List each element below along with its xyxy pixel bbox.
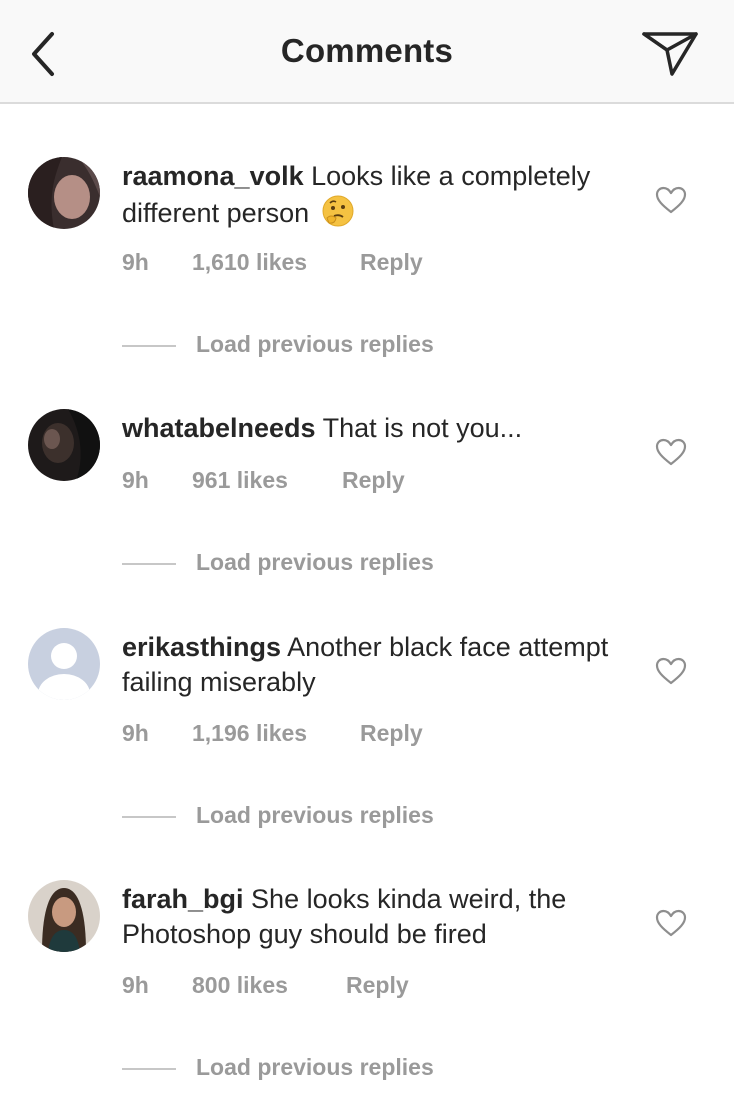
- comment-username[interactable]: raamona_volk: [122, 161, 304, 191]
- likes-count[interactable]: 1,196 likes: [192, 720, 307, 747]
- load-previous-replies-label: Load previous replies: [196, 549, 434, 575]
- avatar[interactable]: [28, 157, 100, 229]
- comment-text: raamona_volk Looks like a completely dif…: [122, 159, 622, 237]
- heart-icon: [655, 909, 687, 937]
- comment-username[interactable]: farah_bgi: [122, 884, 244, 914]
- replies-divider-line: [122, 816, 176, 818]
- like-button[interactable]: [654, 656, 688, 686]
- comment-username[interactable]: whatabelneeds: [122, 413, 316, 443]
- replies-divider-line: [122, 563, 176, 565]
- likes-count[interactable]: 800 likes: [192, 972, 288, 999]
- load-previous-replies-label: Load previous replies: [196, 331, 434, 357]
- like-button[interactable]: [654, 437, 688, 467]
- comment-item: erikasthings Another black face attempt …: [0, 628, 734, 868]
- comment-username[interactable]: erikasthings: [122, 632, 281, 662]
- reply-button[interactable]: Reply: [360, 720, 423, 747]
- load-previous-replies-label: Load previous replies: [196, 1054, 434, 1080]
- reply-button[interactable]: Reply: [346, 972, 409, 999]
- replies-divider-line: [122, 1068, 176, 1070]
- avatar[interactable]: [28, 409, 100, 481]
- default-user-icon: [28, 628, 100, 700]
- avatar-placeholder[interactable]: [28, 628, 100, 700]
- likes-count[interactable]: 961 likes: [192, 467, 288, 494]
- thinking-face-emoji-icon: [321, 194, 355, 237]
- like-button[interactable]: [654, 185, 688, 215]
- comment-timestamp: 9h: [122, 972, 149, 998]
- like-button[interactable]: [654, 908, 688, 938]
- avatar[interactable]: [28, 880, 100, 952]
- comment-item: whatabelneeds That is not you... 9h 961 …: [0, 409, 734, 649]
- comment-item: farah_bgi She looks kinda weird, the Pho…: [0, 880, 734, 1120]
- reply-button[interactable]: Reply: [342, 467, 405, 494]
- comment-body: That is not you...: [322, 413, 523, 443]
- likes-count[interactable]: 1,610 likes: [192, 249, 307, 276]
- heart-icon: [655, 657, 687, 685]
- comment-text: whatabelneeds That is not you...: [122, 411, 622, 446]
- replies-divider-line: [122, 345, 176, 347]
- paper-plane-icon: [642, 32, 698, 76]
- top-nav-bar: Comments: [0, 0, 734, 104]
- comment-item: raamona_volk Looks like a completely dif…: [0, 157, 734, 397]
- reply-button[interactable]: Reply: [360, 249, 423, 276]
- heart-icon: [655, 186, 687, 214]
- page-title: Comments: [280, 32, 454, 69]
- share-button[interactable]: [640, 26, 700, 80]
- comment-timestamp: 9h: [122, 720, 149, 746]
- comment-timestamp: 9h: [122, 249, 149, 275]
- comment-timestamp: 9h: [122, 467, 149, 493]
- comment-text: erikasthings Another black face attempt …: [122, 630, 622, 700]
- comment-text: farah_bgi She looks kinda weird, the Pho…: [122, 882, 622, 952]
- heart-icon: [655, 438, 687, 466]
- load-previous-replies-label: Load previous replies: [196, 802, 434, 828]
